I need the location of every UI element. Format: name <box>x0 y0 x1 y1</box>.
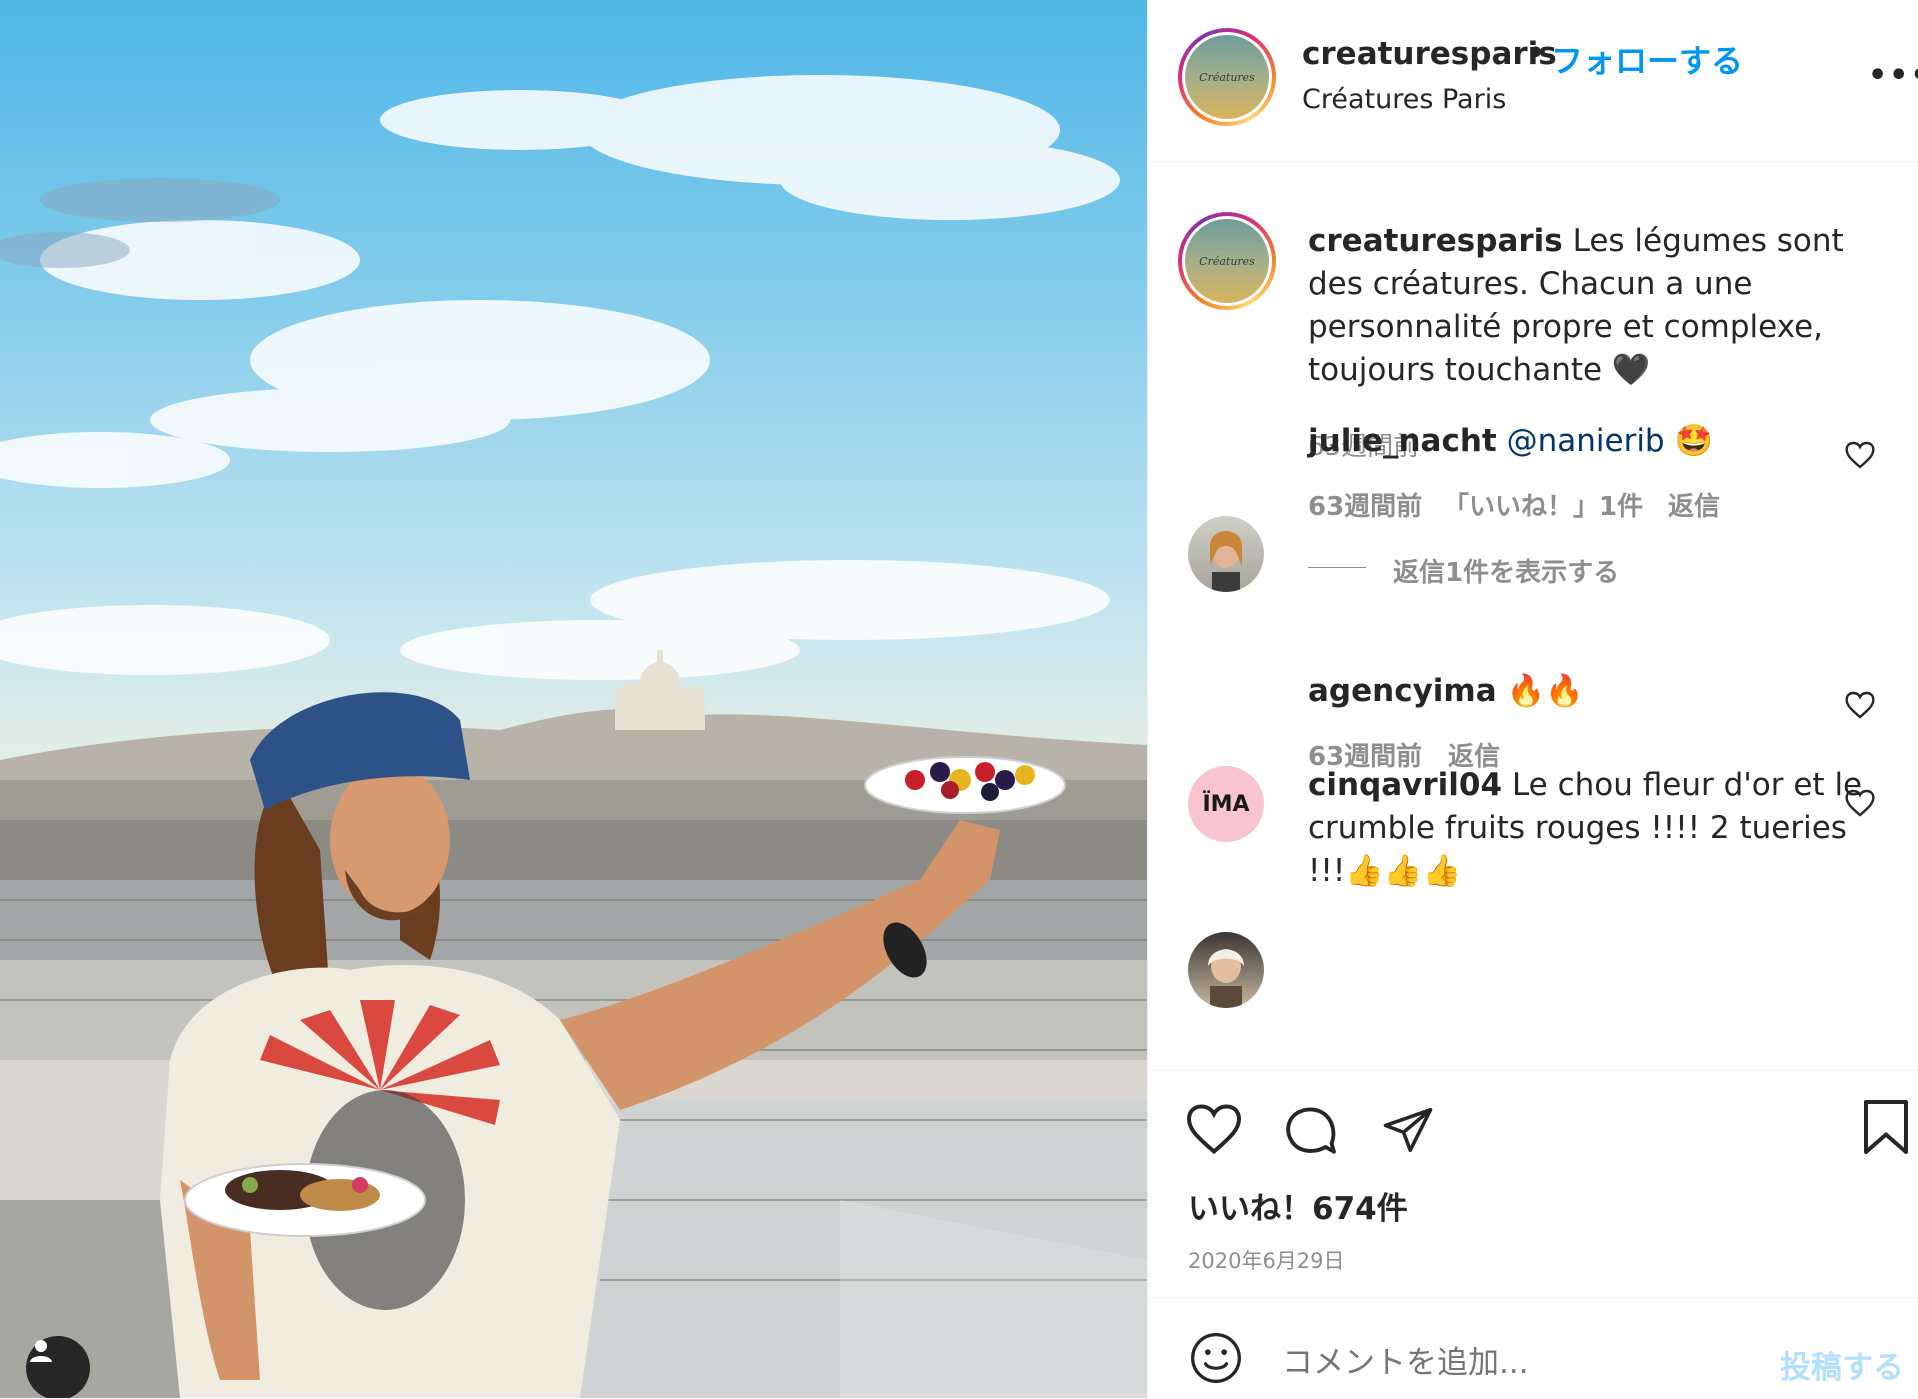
plate-vegetables <box>184 1163 426 1237</box>
comment-text: 🔥🔥 <box>1506 673 1584 709</box>
replies-divider <box>1308 567 1366 568</box>
avatar-photo <box>1210 531 1242 592</box>
post-modal: Créatures creaturesparis • フォローする Créatu… <box>0 0 1918 1398</box>
share-icon[interactable] <box>1380 1103 1436 1157</box>
post-date[interactable]: 2020年6月29日 <box>1188 1245 1345 1275</box>
header-avatar[interactable]: Créatures <box>1178 28 1276 126</box>
post-photo[interactable] <box>0 0 1147 1398</box>
comment-like-icon[interactable] <box>1844 440 1876 470</box>
comment-like-icon[interactable] <box>1844 690 1876 720</box>
follow-button[interactable]: フォローする <box>1551 36 1743 82</box>
clouds <box>0 75 1120 680</box>
view-replies-button[interactable]: 返信1件を表示する <box>1393 552 1619 589</box>
header-username[interactable]: creaturesparis <box>1302 36 1557 72</box>
comment-body: cinqavril04 Le chou fleur d'or et le cru… <box>1308 764 1868 893</box>
comment-composer: 投稿する <box>1148 1297 1918 1399</box>
comment-input[interactable] <box>1280 1344 1764 1382</box>
comment-avatar[interactable]: ÏMA <box>1188 766 1264 842</box>
post-header: Créatures creaturesparis • フォローする Créatu… <box>1148 0 1918 162</box>
avatar-logo: ÏMA <box>1202 791 1250 817</box>
comment-time[interactable]: 63週間前 <box>1308 486 1422 523</box>
comment-avatar[interactable] <box>1188 516 1264 592</box>
comment-like-icon[interactable] <box>1844 788 1876 818</box>
comment-avatar[interactable] <box>1188 932 1264 1008</box>
post-actions: いいね！674件 2020年6月29日 <box>1148 1070 1918 1298</box>
header-display-name[interactable]: Créatures Paris <box>1302 84 1506 115</box>
caption: creaturesparis Les légumes sont des créa… <box>1308 220 1883 392</box>
reply-button[interactable]: 返信 <box>1668 486 1720 523</box>
post-comment-button[interactable]: 投稿する <box>1780 1342 1904 1387</box>
avatar-logo: Créatures <box>1199 70 1255 84</box>
tagged-users-button[interactable] <box>26 1336 90 1398</box>
header-separator: • <box>1526 36 1546 71</box>
comment-mention[interactable]: @nanierib <box>1507 423 1665 459</box>
comment-username[interactable]: cinqavril04 <box>1308 767 1502 803</box>
comment-username[interactable]: agencyima <box>1308 673 1497 709</box>
like-icon[interactable] <box>1184 1101 1244 1157</box>
comment-username[interactable]: julie_nacht <box>1308 423 1497 459</box>
likes-count[interactable]: いいね！674件 <box>1188 1183 1408 1228</box>
emoji-icon[interactable] <box>1188 1330 1244 1386</box>
comment-icon[interactable] <box>1282 1101 1340 1159</box>
photo-illustration <box>0 75 1147 1398</box>
comment-text: 🤩 <box>1674 423 1714 459</box>
comments-list[interactable]: Créatures creaturesparis Les légumes son… <box>1148 162 1918 1070</box>
avatar-logo: Créatures <box>1199 254 1255 268</box>
plate-berries <box>864 756 1066 814</box>
comment-body: agencyima 🔥🔥 <box>1308 670 1868 713</box>
save-bookmark-icon[interactable] <box>1860 1097 1912 1157</box>
caption-avatar[interactable]: Créatures <box>1178 212 1276 310</box>
caption-username[interactable]: creaturesparis <box>1308 223 1563 259</box>
avatar-photo <box>1208 949 1244 1008</box>
side-panel: Créatures creaturesparis • フォローする Créatu… <box>1147 0 1918 1398</box>
more-options-button[interactable]: ••• <box>1868 58 1918 93</box>
comment-likes-count[interactable]: 「いいね！」1件 <box>1443 486 1643 523</box>
comment-body: julie_nacht @nanierib 🤩 <box>1308 420 1868 463</box>
user-icon <box>30 1340 52 1362</box>
